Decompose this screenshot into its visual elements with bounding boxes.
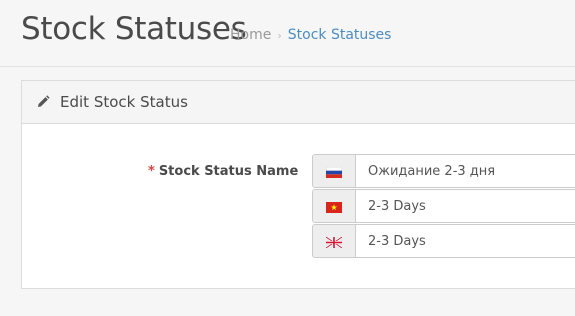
breadcrumb-current-link[interactable]: Stock Statuses: [288, 27, 392, 43]
breadcrumb-separator: ›: [277, 29, 282, 42]
breadcrumb: Home › Stock Statuses: [230, 27, 391, 43]
edit-panel: Edit Stock Status * Stock Status Name: [21, 80, 575, 289]
russia-flag-icon: [326, 167, 342, 178]
required-marker: *: [148, 164, 155, 179]
stock-status-name-label: * Stock Status Name: [148, 164, 298, 179]
label-text: Stock Status Name: [158, 164, 299, 179]
stock-status-name-row-english: [312, 224, 575, 258]
language-addon: [312, 189, 356, 223]
breadcrumb-home-link[interactable]: Home: [230, 27, 271, 43]
page-header: Stock Statuses Home › Stock Statuses: [0, 0, 575, 67]
stock-status-name-row-russian: [312, 154, 575, 188]
stock-status-name-input-vietnamese[interactable]: [355, 189, 575, 223]
panel-title: Edit Stock Status: [60, 93, 188, 111]
stock-status-name-input-russian[interactable]: [355, 154, 575, 188]
pencil-icon: [38, 95, 50, 107]
uk-flag-icon: [326, 237, 342, 248]
vietnam-flag-icon: [326, 202, 342, 213]
panel-heading: Edit Stock Status: [22, 81, 575, 124]
stock-status-name-row-vietnamese: [312, 189, 575, 223]
page-title: Stock Statuses: [21, 11, 247, 47]
language-addon: [312, 154, 356, 188]
language-addon: [312, 224, 356, 258]
stock-status-name-input-english[interactable]: [355, 224, 575, 258]
